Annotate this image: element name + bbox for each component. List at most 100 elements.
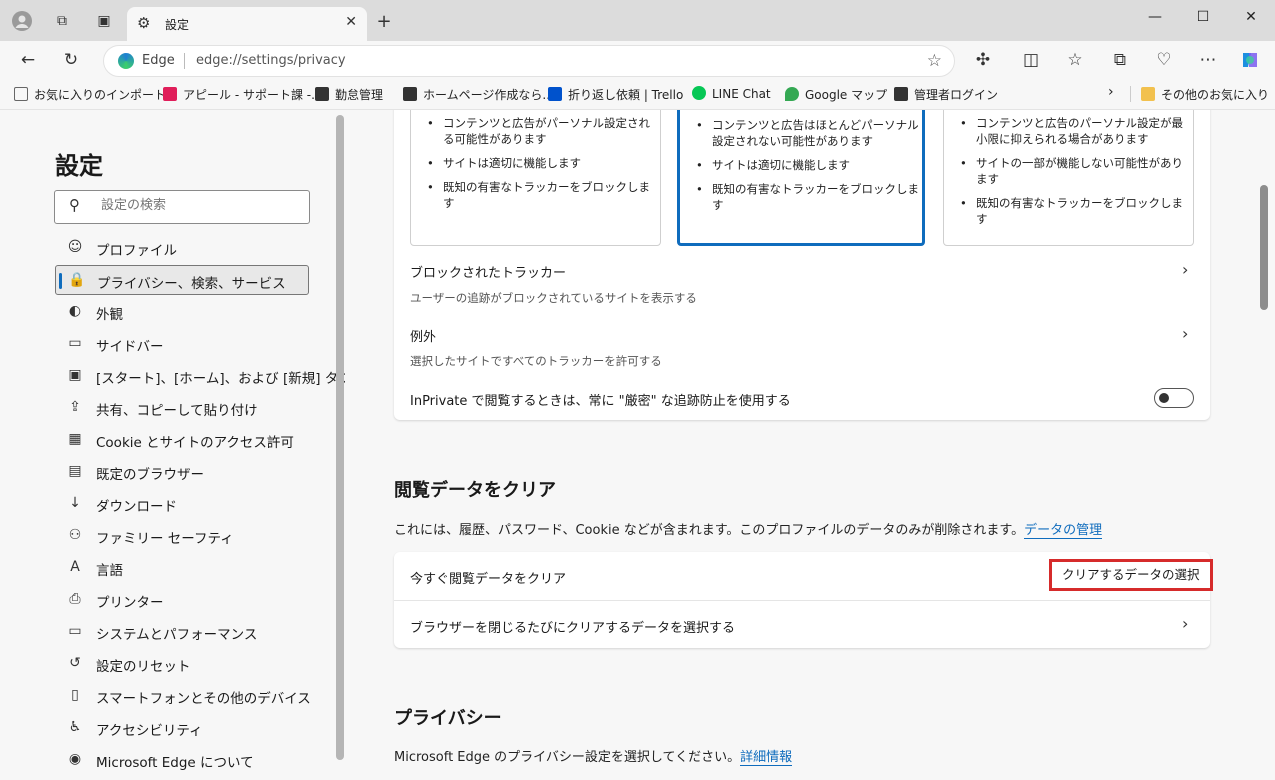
settings-search[interactable]: ⚲: [54, 190, 310, 224]
sidebar-item[interactable]: ▭ システムとパフォーマンス: [55, 617, 309, 647]
copilot-icon[interactable]: [1238, 49, 1262, 71]
new-tab-icon[interactable]: +: [374, 11, 394, 32]
sidebar-item[interactable]: ▦ Cookie とサイトのアクセス許可: [55, 425, 309, 455]
tracking-option-strict[interactable]: コンテンツと広告のパーソナル設定が最小限に抑えられる場合がありますサイトの一部が…: [943, 110, 1194, 246]
favorite-label: ホームページ作成なら...: [423, 88, 554, 102]
language-icon: A: [70, 559, 80, 575]
tab-actions-icon[interactable]: ▣: [94, 11, 114, 31]
maximize-button[interactable]: ☐: [1188, 6, 1218, 28]
sidebar-item[interactable]: ⚇ ファミリー セーフティ: [55, 521, 309, 551]
favorite-item[interactable]: アピール - サポート課 -...: [163, 86, 323, 103]
toggle-knob: [1159, 393, 1169, 403]
sidebar-item[interactable]: ⎙ プリンター: [55, 585, 309, 615]
sidebar-item[interactable]: ↓ ダウンロード: [55, 489, 309, 519]
sidebar-item-label: サイドバー: [96, 339, 164, 355]
google-maps-icon: [785, 87, 799, 101]
sidebar-item-label: 設定のリセット: [96, 659, 191, 675]
tab-settings[interactable]: ⚙ 設定 ✕: [127, 7, 367, 41]
extensions-icon[interactable]: ✣: [971, 49, 995, 71]
favorite-star-icon[interactable]: ☆: [927, 51, 942, 71]
collections-icon[interactable]: ⧉: [1108, 49, 1132, 71]
sidebar-item-label: Cookie とサイトのアクセス許可: [96, 435, 294, 451]
favorite-label: その他のお気に入り: [1161, 88, 1270, 102]
browser-essentials-icon[interactable]: ♡: [1152, 49, 1176, 71]
sidebar-item[interactable]: ▭ サイドバー: [55, 329, 309, 359]
share-icon: ⇪: [69, 399, 81, 415]
title-bar: ⧉ ▣ ⚙ 設定 ✕ + — ☐ ✕: [0, 0, 1275, 41]
option-bullet: 既知の有害なトラッカーをブロックします: [425, 179, 651, 211]
favorite-item[interactable]: ホームページ作成なら...: [403, 86, 554, 103]
favorites-icon[interactable]: ☆: [1063, 49, 1087, 71]
favorite-item[interactable]: お気に入りのインポート: [14, 86, 166, 103]
more-menu-icon[interactable]: ⋯: [1196, 49, 1220, 71]
sidebar-icon: ▭: [68, 335, 82, 351]
profile-avatar-icon[interactable]: [12, 11, 32, 31]
palette-icon: ◐: [68, 303, 82, 319]
sidebar-item[interactable]: A 言語: [55, 553, 309, 583]
active-indicator: [59, 273, 62, 289]
sidebar-scrollbar[interactable]: [336, 115, 344, 760]
privacy-heading: プライバシー: [394, 708, 502, 729]
close-window-button[interactable]: ✕: [1236, 6, 1266, 28]
favorite-label: LINE Chat: [712, 87, 771, 101]
address-edge-label: Edge: [142, 53, 175, 68]
clear-now-label: 今すぐ閲覧データをクリア: [410, 572, 567, 587]
reset-icon: ↺: [69, 655, 81, 671]
sidebar-item[interactable]: ▤ 既定のブラウザー: [55, 457, 309, 487]
sidebar-item-label: プライバシー、検索、サービス: [97, 276, 286, 292]
sidebar-item-label: スマートフォンとその他のデバイス: [96, 691, 311, 707]
profile-icon: ☺: [67, 239, 83, 255]
privacy-details-link[interactable]: 詳細情報: [740, 750, 793, 766]
address-bar[interactable]: Edge edge://settings/privacy ☆: [103, 45, 955, 77]
cookie-icon: ▦: [68, 431, 82, 447]
url-text[interactable]: edge://settings/privacy: [196, 53, 346, 68]
blocked-trackers-subtitle: ユーザーの追跡がブロックされているサイトを表示する: [410, 291, 697, 305]
sidebar-item[interactable]: ☺ プロファイル: [55, 233, 309, 263]
workspaces-icon[interactable]: ⧉: [52, 11, 72, 31]
choose-data-button[interactable]: クリアするデータの選択: [1049, 559, 1213, 591]
favorite-item[interactable]: 管理者ログイン: [894, 86, 998, 103]
favorite-item[interactable]: 勤怠管理: [315, 86, 383, 103]
folder-icon: [1141, 87, 1155, 101]
site-icon: [894, 87, 908, 101]
favorite-item[interactable]: 折り返し依頼 | Trello: [548, 86, 683, 103]
favorite-item[interactable]: Google マップ: [785, 86, 887, 103]
tab-title: 設定: [165, 18, 190, 32]
sidebar-item[interactable]: ↺ 設定のリセット: [55, 649, 309, 679]
sidebar-item[interactable]: ◐ 外観: [55, 297, 309, 327]
sidebar-item-label: プリンター: [96, 595, 164, 611]
chevron-right-icon[interactable]: ›: [1182, 614, 1188, 633]
tracking-option-basic[interactable]: コンテンツと広告がパーソナル設定される可能性がありますサイトは適切に機能します既…: [410, 110, 661, 246]
chevron-right-icon[interactable]: ›: [1182, 324, 1188, 343]
favorite-item[interactable]: LINE Chat: [692, 86, 771, 101]
chevron-right-icon[interactable]: ›: [1108, 84, 1114, 100]
sidebar-item[interactable]: ▯ スマートフォンとその他のデバイス: [55, 681, 311, 711]
manage-data-link[interactable]: データの管理: [1024, 523, 1103, 539]
split-screen-icon[interactable]: ◫: [1019, 49, 1043, 71]
option-bullet: サイトは適切に機能します: [694, 157, 920, 173]
main-scrollbar[interactable]: [1260, 185, 1268, 310]
inprivate-strict-toggle[interactable]: [1154, 388, 1194, 408]
exceptions-subtitle: 選択したサイトですべてのトラッカーを許可する: [410, 354, 662, 368]
search-input[interactable]: [99, 197, 303, 214]
tracking-option-balanced[interactable]: コンテンツと広告はほとんどパーソナル設定されない可能性がありますサイトは適切に機…: [677, 110, 925, 246]
lock-icon: 🔒: [68, 272, 86, 288]
favorites-bar: お気に入りのインポート アピール - サポート課 -... 勤怠管理 ホームペー…: [0, 79, 1275, 110]
back-icon[interactable]: ←: [16, 49, 40, 71]
blocked-trackers-title[interactable]: ブロックされたトラッカー: [410, 262, 566, 281]
clear-on-close-label[interactable]: ブラウザーを閉じるたびにクリアするデータを選択する: [410, 617, 735, 636]
minimize-button[interactable]: —: [1140, 6, 1170, 28]
chevron-right-icon[interactable]: ›: [1182, 260, 1188, 279]
other-favorites-folder[interactable]: その他のお気に入り: [1141, 86, 1269, 103]
sidebar-item[interactable]: ◉ Microsoft Edge について: [55, 745, 309, 775]
sidebar-item-label: 共有、コピーして貼り付け: [96, 403, 258, 419]
exceptions-title[interactable]: 例外: [410, 326, 436, 345]
close-tab-icon[interactable]: ✕: [345, 14, 357, 30]
sidebar-item[interactable]: ♿ アクセシビリティ: [55, 713, 309, 743]
browser-icon: ▤: [68, 463, 82, 479]
sidebar-item[interactable]: ⇪ 共有、コピーして貼り付け: [55, 393, 309, 423]
sidebar-item[interactable]: ▣ [スタート]、[ホーム]、および [新規] タブ: [55, 361, 351, 391]
sidebar-item-label: プロファイル: [96, 243, 177, 259]
sidebar-item[interactable]: 🔒 プライバシー、検索、サービス: [55, 265, 309, 295]
refresh-icon[interactable]: ↻: [59, 49, 83, 71]
